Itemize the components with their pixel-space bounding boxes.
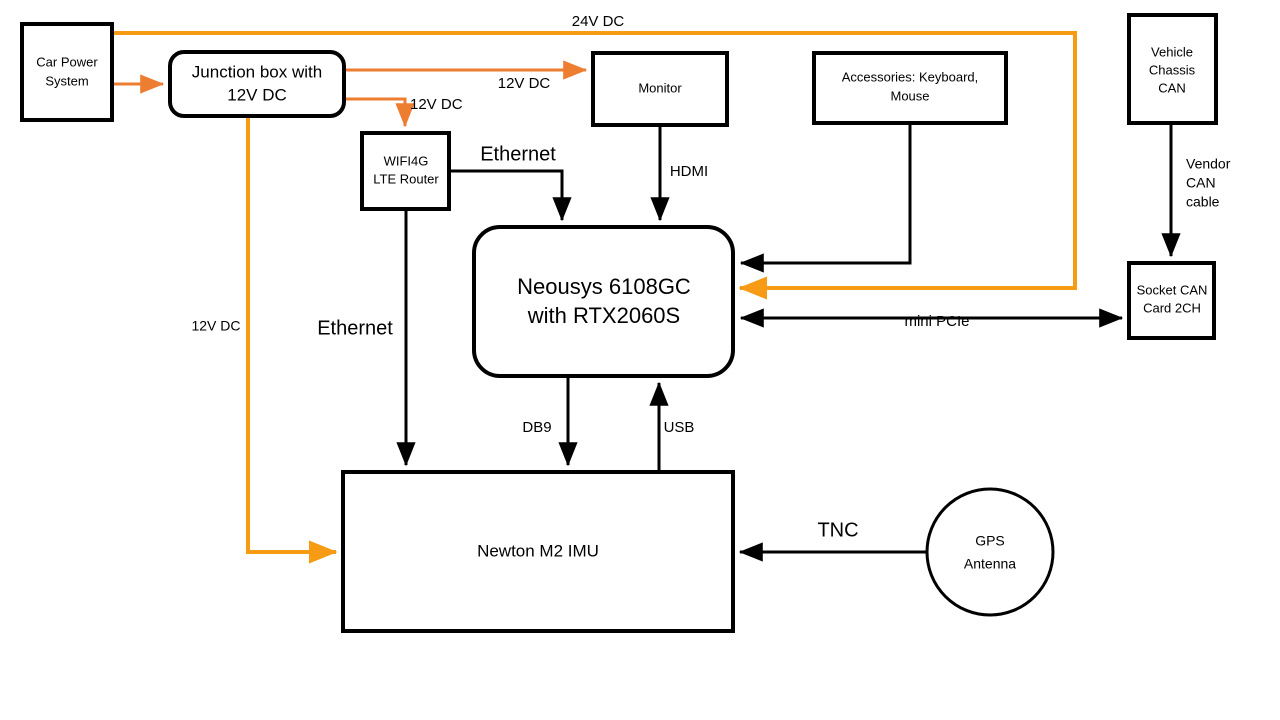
edge-label-hdmi: HDMI (670, 163, 708, 180)
node-socket-can-card[interactable]: Socket CAN Card 2CH (1127, 261, 1216, 340)
node-accessories[interactable]: Accessories: Keyboard, Mouse (812, 51, 1008, 125)
computer-label-line1: Neousys 6108GC (517, 274, 691, 299)
edge-label-usb: USB (664, 419, 695, 436)
gps-antenna-label-line2: Antenna (964, 556, 1016, 572)
edge-label-12v-dc-router: 12V DC (410, 96, 463, 113)
edge-label-12v-dc-monitor: 12V DC (498, 75, 551, 92)
edge-accessories-to-computer (739, 123, 912, 273)
chassis-can-label-line1: Vehicle (1151, 44, 1193, 59)
computer-label-line2: with RTX2060S (527, 303, 680, 328)
router-label-line2: LTE Router (373, 171, 439, 186)
imu-label: Newton M2 IMU (477, 541, 599, 560)
gps-antenna-label-line1: GPS (975, 533, 1005, 549)
edge-label-vendor-can-line3: cable (1186, 194, 1220, 210)
edge-label-ethernet-imu: Ethernet (317, 317, 393, 339)
junction-box-label-line2: 12V DC (227, 85, 287, 104)
car-power-system-label-line1: Car Power (36, 54, 98, 69)
socket-can-label-line2: Card 2CH (1143, 300, 1201, 315)
node-newton-m2-imu[interactable]: Newton M2 IMU (341, 470, 735, 633)
edge-junction-to-router (345, 97, 415, 128)
node-car-power-system[interactable]: Car Power System (20, 22, 114, 122)
junction-box-label-line1: Junction box with (192, 62, 322, 81)
router-label-line1: WIFI4G (384, 153, 429, 168)
accessories-label-line1: Accessories: Keyboard, (842, 69, 979, 84)
node-monitor[interactable]: Monitor (591, 51, 729, 127)
socket-can-label-line1: Socket CAN (1137, 282, 1208, 297)
edge-label-vendor-can-line2: CAN (1186, 175, 1216, 191)
edge-label-ethernet-computer: Ethernet (480, 143, 556, 165)
car-power-system-label-line2: System (45, 73, 88, 88)
edge-label-db9: DB9 (522, 419, 551, 436)
node-wifi-4g-lte-router[interactable]: WIFI4G LTE Router (360, 131, 451, 211)
edge-label-12v-dc-imu: 12V DC (191, 318, 240, 334)
edge-router-to-computer (449, 169, 572, 222)
chassis-can-label-line2: Chassis (1149, 62, 1196, 77)
edge-label-vendor-can-line1: Vendor (1186, 156, 1231, 172)
node-neousys-computer[interactable]: Neousys 6108GC with RTX2060S (472, 225, 735, 378)
edge-label-tnc: TNC (817, 519, 858, 541)
node-junction-box[interactable]: Junction box with 12V DC (168, 50, 346, 118)
edge-label-24v-dc: 24V DC (572, 13, 625, 30)
diagram-canvas: Car Power System Junction box with 12V D… (0, 0, 1280, 720)
node-gps-antenna[interactable]: GPS Antenna (925, 487, 1055, 617)
chassis-can-label-line3: CAN (1158, 80, 1185, 95)
edge-label-mini-pcie: mini PCIe (904, 313, 969, 330)
node-vehicle-chassis-can[interactable]: Vehicle Chassis CAN (1127, 13, 1218, 125)
accessories-label-line2: Mouse (890, 88, 929, 103)
system-wiring-diagram: Car Power System Junction box with 12V D… (20, 13, 1231, 633)
monitor-label: Monitor (638, 80, 682, 95)
